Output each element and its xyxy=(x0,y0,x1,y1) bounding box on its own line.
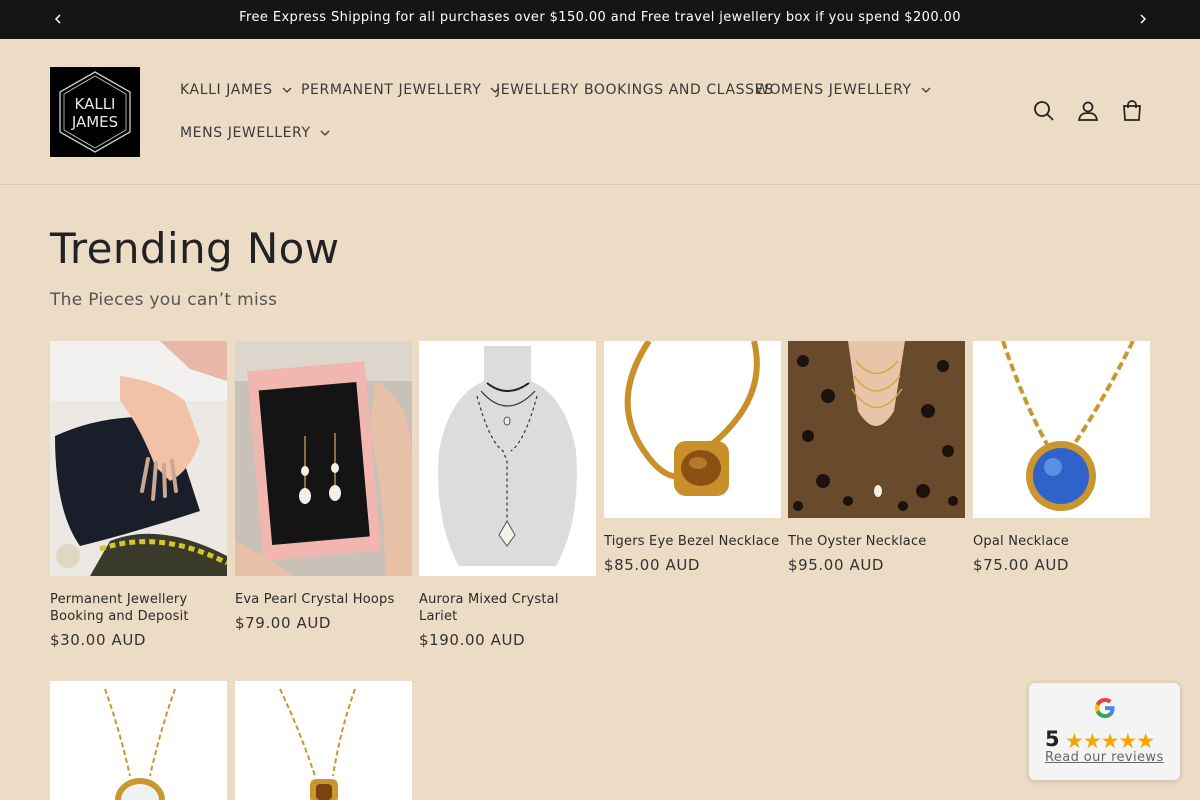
chevron-down-icon xyxy=(282,87,292,93)
announcement-text: Free Express Shipping for all purchases … xyxy=(239,10,961,25)
product-price: $30.00 AUD xyxy=(50,631,147,649)
logo[interactable]: KALLI JAMES xyxy=(50,67,140,157)
product-name[interactable]: Opal Necklace xyxy=(973,533,1150,550)
product-price: $79.00 AUD xyxy=(235,614,332,632)
product-price: $85.00 AUD xyxy=(604,556,701,574)
review-score: 5 xyxy=(1045,727,1060,751)
chevron-down-icon xyxy=(320,130,330,136)
product-card[interactable]: Aurora Mixed Crystal Lariet $190.00 AUD xyxy=(419,341,596,649)
nav-item-label: WOMENS JEWELLERY xyxy=(755,82,912,98)
nav-item-label: JEWELLERY BOOKINGS AND CLASSES xyxy=(496,82,774,98)
logo-line2: JAMES xyxy=(71,113,118,131)
google-icon xyxy=(1095,698,1115,718)
product-name[interactable]: Tigers Eye Bezel Necklace xyxy=(604,533,781,550)
account-icon[interactable] xyxy=(1075,98,1101,124)
site-header: KALLI JAMES KALLI JAMES PERMANENT JEWELL… xyxy=(0,39,1200,185)
nav-item-permanent-jewellery[interactable]: PERMANENT JEWELLERY xyxy=(301,82,500,98)
review-badge[interactable]: 5 ★★★★★ Read our reviews xyxy=(1029,683,1180,780)
cart-icon[interactable] xyxy=(1119,98,1145,124)
nav-item-mens-jewellery[interactable]: MENS JEWELLERY xyxy=(180,125,330,141)
product-card[interactable]: Eva Pearl Crystal Hoops $79.00 AUD xyxy=(235,341,412,632)
nav-item-womens-jewellery[interactable]: WOMENS JEWELLERY xyxy=(755,82,931,98)
nav-item-label: KALLI JAMES xyxy=(180,82,273,98)
product-card[interactable]: Permanent Jewellery Booking and Deposit … xyxy=(50,341,227,649)
nav-item-bookings-classes[interactable]: JEWELLERY BOOKINGS AND CLASSES xyxy=(496,82,774,98)
logo-mark: KALLI JAMES xyxy=(59,71,131,153)
product-price: $95.00 AUD xyxy=(788,556,885,574)
product-image[interactable] xyxy=(235,681,412,800)
product-image[interactable] xyxy=(604,341,781,518)
section-title: Trending Now xyxy=(50,224,340,273)
product-card[interactable] xyxy=(235,681,412,800)
product-image[interactable] xyxy=(973,341,1150,518)
product-image[interactable] xyxy=(235,341,412,576)
product-name[interactable]: Permanent Jewellery Booking and Deposit xyxy=(50,591,227,625)
search-icon[interactable] xyxy=(1031,98,1057,124)
chevron-down-icon xyxy=(921,87,931,93)
product-card[interactable]: Tigers Eye Bezel Necklace $85.00 AUD xyxy=(604,341,781,574)
logo-line1: KALLI xyxy=(75,95,116,113)
product-price: $75.00 AUD xyxy=(973,556,1070,574)
product-image[interactable] xyxy=(50,341,227,576)
product-card[interactable]: Opal Necklace $75.00 AUD xyxy=(973,341,1150,574)
product-name[interactable]: Eva Pearl Crystal Hoops xyxy=(235,591,412,608)
nav-item-label: PERMANENT JEWELLERY xyxy=(301,82,482,98)
section-subtitle: The Pieces you can’t miss xyxy=(50,290,278,310)
announcement-bar: Free Express Shipping for all purchases … xyxy=(0,0,1200,39)
product-price: $190.00 AUD xyxy=(419,631,526,649)
product-card[interactable] xyxy=(50,681,227,800)
product-image[interactable] xyxy=(419,341,596,576)
product-name[interactable]: Aurora Mixed Crystal Lariet xyxy=(419,591,596,625)
nav-item-kalli-james[interactable]: KALLI JAMES xyxy=(180,82,292,98)
nav-item-label: MENS JEWELLERY xyxy=(180,125,311,141)
read-reviews-link[interactable]: Read our reviews xyxy=(1045,750,1164,765)
product-image[interactable] xyxy=(50,681,227,800)
chevron-right-icon[interactable] xyxy=(1136,12,1150,26)
product-card[interactable]: The Oyster Necklace $95.00 AUD xyxy=(788,341,965,574)
product-name[interactable]: The Oyster Necklace xyxy=(788,533,965,550)
product-image[interactable] xyxy=(788,341,965,518)
